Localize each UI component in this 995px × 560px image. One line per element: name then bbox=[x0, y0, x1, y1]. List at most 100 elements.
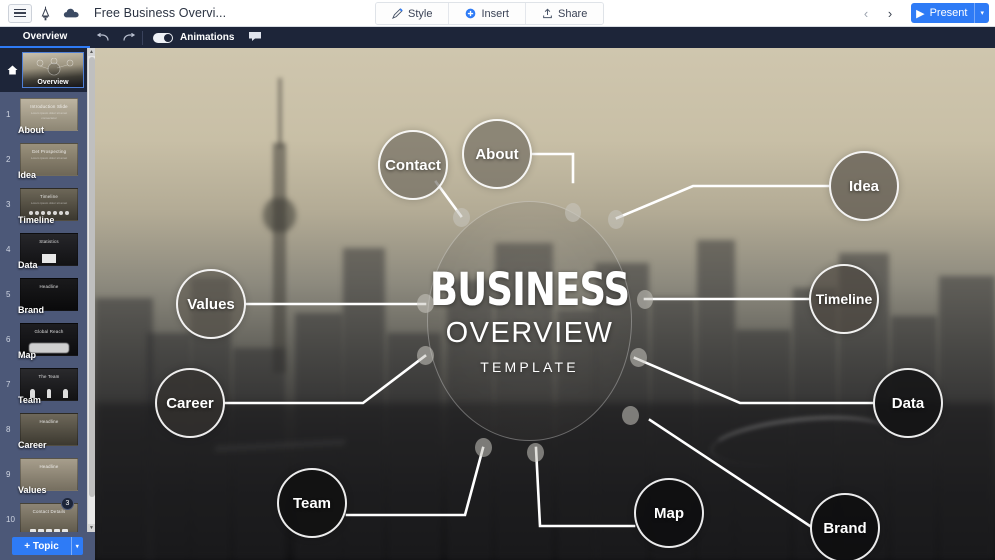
present-dropdown-caret[interactable]: ▾ bbox=[974, 3, 989, 23]
slide-thumbnail-subtitle: Lorem ipsum dolor sit amet bbox=[27, 201, 71, 206]
slide-label: Career bbox=[18, 440, 47, 450]
slide-thumbnail-title: The Team bbox=[21, 374, 77, 379]
mindmap-node-contact[interactable]: Contact bbox=[378, 130, 448, 200]
sidebar-item-idea[interactable]: 2Get Prospecting Lorem ipsum dolor sit am… bbox=[0, 137, 88, 182]
slide-label: Data bbox=[18, 260, 38, 270]
center-hub-circle[interactable] bbox=[427, 201, 632, 441]
top-toolbar-left: Free Business Overvi... bbox=[0, 0, 226, 26]
slide-thumbnail-title: Introduction Slide bbox=[21, 104, 77, 109]
sidebar-item-slide-10[interactable]: 10Contact Details3 bbox=[0, 497, 88, 532]
present-button-label: Present bbox=[930, 7, 968, 19]
sidebar-scrollbar[interactable]: ▲ ▼ bbox=[87, 48, 95, 532]
animations-toggle[interactable] bbox=[153, 33, 173, 43]
sidebar-item-map[interactable]: 6Global ReachMap bbox=[0, 317, 88, 362]
slide-label: About bbox=[18, 125, 44, 135]
mindmap-node-timeline[interactable]: Timeline bbox=[809, 264, 879, 334]
present-button[interactable]: ▶ Present ▾ bbox=[911, 3, 989, 23]
share-button-label: Share bbox=[558, 8, 587, 20]
pen-icon bbox=[392, 8, 403, 19]
cloud-icon[interactable] bbox=[58, 0, 84, 27]
hamburger-icon[interactable] bbox=[8, 4, 32, 23]
upload-icon bbox=[542, 8, 553, 19]
animations-label: Animations bbox=[180, 32, 234, 43]
overview-thumbnail-label: Overview bbox=[23, 79, 83, 87]
slide-number: 8 bbox=[6, 425, 20, 434]
mindmap-node-data[interactable]: Data bbox=[873, 368, 943, 438]
slide-thumbnail-title: Headline bbox=[21, 284, 77, 289]
overview-thumbnail[interactable]: Overview bbox=[22, 52, 84, 88]
mindmap-node-label: Values bbox=[187, 296, 235, 313]
mindmap-node-label: About bbox=[475, 146, 518, 163]
sidebar-item-career[interactable]: 8Headline Career bbox=[0, 407, 88, 452]
next-slide-button[interactable]: › bbox=[879, 2, 901, 24]
mindmap-node-map[interactable]: Map bbox=[634, 478, 704, 548]
insert-button-label: Insert bbox=[481, 8, 509, 20]
home-icon[interactable] bbox=[4, 65, 20, 75]
toolbar-divider bbox=[142, 31, 143, 45]
slide-number: 10 bbox=[6, 515, 20, 524]
lamp-icon[interactable] bbox=[32, 0, 58, 27]
slide-number: 9 bbox=[6, 470, 20, 479]
slide-label: Timeline bbox=[18, 215, 54, 225]
scroll-up-arrow[interactable]: ▲ bbox=[88, 48, 95, 56]
slide-thumbnail-title: Get Prospecting bbox=[21, 149, 77, 154]
slide-navigator-sidebar: Overview 1Introduction Slide Lorem ipsum … bbox=[0, 48, 95, 560]
slide-number: 7 bbox=[6, 380, 20, 389]
add-topic-button[interactable]: + Topic ▾ bbox=[12, 537, 83, 555]
slide-thumbnails-host: 1Introduction Slide Lorem ipsum dolor sit… bbox=[0, 92, 88, 532]
slide-thumbnail-title: Headline bbox=[21, 419, 77, 424]
slide-thumbnail-title: Timeline bbox=[21, 194, 77, 199]
comment-icon[interactable] bbox=[248, 29, 262, 47]
scroll-down-arrow[interactable]: ▼ bbox=[88, 524, 95, 532]
mindmap-node-label: Brand bbox=[823, 520, 866, 537]
slide-number: 5 bbox=[6, 290, 20, 299]
mindmap-node-career[interactable]: Career bbox=[155, 368, 225, 438]
sidebar-item-values[interactable]: 9HeadlineValues bbox=[0, 452, 88, 497]
redo-icon[interactable] bbox=[116, 27, 142, 48]
slide-badge: 3 bbox=[61, 497, 74, 510]
add-topic-label: + Topic bbox=[12, 541, 71, 552]
tab-overview[interactable]: Overview bbox=[0, 27, 90, 48]
top-toolbar: Free Business Overvi... Style Insert Sha… bbox=[0, 0, 995, 27]
mindmap-node-label: Map bbox=[654, 505, 684, 522]
slide-label: Values bbox=[18, 485, 47, 495]
slide-canvas[interactable]: BUSINESS OVERVIEW TEMPLATE ContactAboutI… bbox=[95, 48, 995, 560]
slide-thumbnail-subtitle: Lorem ipsum dolor sit amet bbox=[27, 156, 71, 161]
undo-icon[interactable] bbox=[90, 27, 116, 48]
mindmap-node-values[interactable]: Values bbox=[176, 269, 246, 339]
slide-label: Brand bbox=[18, 305, 44, 315]
slide-label: Idea bbox=[18, 170, 36, 180]
slide-number: 6 bbox=[6, 335, 20, 344]
insert-button[interactable]: Insert bbox=[449, 3, 526, 24]
sidebar-item-overview[interactable]: Overview bbox=[0, 48, 88, 92]
mindmap-node-about[interactable]: About bbox=[462, 119, 532, 189]
mindmap-node-label: Team bbox=[293, 495, 331, 512]
slide-label: Team bbox=[18, 395, 41, 405]
sidebar-item-about[interactable]: 1Introduction SlideLorem ipsum dolor sit… bbox=[0, 92, 88, 137]
add-topic-bar: + Topic ▾ bbox=[0, 532, 95, 560]
top-toolbar-right: ‹ › ▶ Present ▾ bbox=[855, 0, 989, 26]
slide-number: 1 bbox=[6, 110, 20, 119]
document-title[interactable]: Free Business Overvi... bbox=[94, 6, 226, 20]
mindmap-node-team[interactable]: Team bbox=[277, 468, 347, 538]
mindmap-node-brand[interactable]: Brand bbox=[810, 493, 880, 560]
plus-circle-icon bbox=[465, 8, 476, 19]
slide-number: 2 bbox=[6, 155, 20, 164]
slide-number: 4 bbox=[6, 245, 20, 254]
mindmap-node-label: Data bbox=[892, 395, 925, 412]
sidebar-item-timeline[interactable]: 3TimelineLorem ipsum dolor sit ametTimel… bbox=[0, 182, 88, 227]
sidebar-item-brand[interactable]: 5Headline Brand bbox=[0, 272, 88, 317]
mindmap-node-label: Career bbox=[166, 395, 214, 412]
play-icon: ▶ bbox=[916, 7, 924, 20]
toolbar-button-group: Style Insert Share bbox=[375, 2, 604, 25]
prev-slide-button[interactable]: ‹ bbox=[855, 2, 877, 24]
mindmap-node-idea[interactable]: Idea bbox=[829, 151, 899, 221]
sidebar-item-data[interactable]: 4StatisticsData bbox=[0, 227, 88, 272]
sidebar-item-team[interactable]: 7The Team Team bbox=[0, 362, 88, 407]
mindmap-node-label: Contact bbox=[385, 157, 441, 174]
style-button[interactable]: Style bbox=[376, 3, 449, 24]
secondary-toolbar: Overview Animations bbox=[0, 27, 995, 48]
add-topic-caret[interactable]: ▾ bbox=[71, 537, 83, 555]
slide-label: Map bbox=[18, 350, 36, 360]
share-button[interactable]: Share bbox=[526, 3, 603, 24]
